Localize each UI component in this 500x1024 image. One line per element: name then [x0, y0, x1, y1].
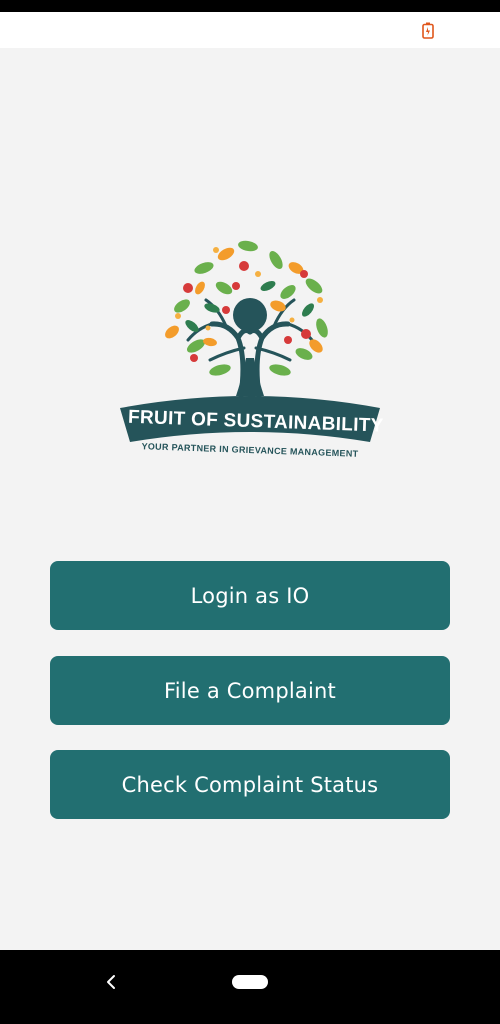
check-complaint-status-button[interactable]: Check Complaint Status	[50, 750, 450, 819]
check-complaint-status-label: Check Complaint Status	[121, 772, 379, 797]
back-chevron-icon[interactable]	[100, 970, 122, 994]
navigation-bar	[0, 950, 500, 1024]
top-strip	[0, 0, 500, 12]
login-as-io-label: Login as IO	[190, 583, 310, 608]
file-complaint-button[interactable]: File a Complaint	[50, 656, 450, 725]
main-content: FRUIT OF SUSTAINABILITY YOUR PARTNER IN …	[0, 48, 500, 950]
login-as-io-button[interactable]: Login as IO	[50, 561, 450, 630]
file-complaint-label: File a Complaint	[164, 678, 336, 703]
home-pill-icon[interactable]	[232, 975, 268, 989]
status-bar	[0, 12, 500, 48]
battery-charging-icon	[422, 22, 434, 39]
